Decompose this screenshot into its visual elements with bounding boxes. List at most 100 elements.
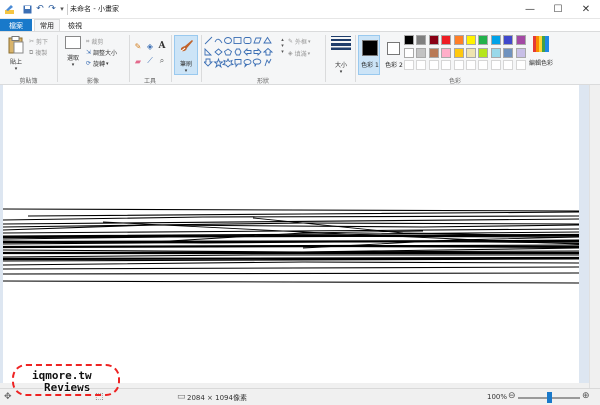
color-swatch[interactable] bbox=[515, 47, 526, 58]
rotate-label: 旋轉 bbox=[93, 61, 106, 68]
edit-colors-label: 編輯色彩 bbox=[528, 60, 553, 67]
cut-button[interactable]: ✂ 剪下 bbox=[29, 37, 48, 46]
rainbow-palette-icon bbox=[533, 36, 549, 54]
color-swatch[interactable] bbox=[428, 35, 439, 45]
chevron-down-icon: ▾ bbox=[14, 66, 18, 72]
select-button[interactable]: 選取 ▾ bbox=[62, 36, 84, 72]
color-swatch[interactable] bbox=[428, 47, 439, 58]
color-swatch[interactable] bbox=[453, 60, 464, 70]
color-swatch[interactable] bbox=[466, 60, 476, 70]
color-swatch[interactable] bbox=[453, 47, 464, 58]
color-swatch[interactable] bbox=[515, 60, 526, 70]
brush-icon bbox=[178, 38, 194, 56]
customize-icon[interactable]: ▾ bbox=[57, 3, 67, 15]
color-swatch[interactable] bbox=[490, 47, 501, 58]
color-swatch[interactable] bbox=[503, 60, 514, 70]
color-swatch[interactable] bbox=[478, 60, 489, 70]
cut-label: 剪下 bbox=[36, 39, 49, 46]
color-swatch[interactable] bbox=[404, 35, 414, 45]
canvas-size-text: 2084 × 1094像素 bbox=[187, 394, 247, 402]
undo-icon[interactable]: ↶ bbox=[34, 3, 46, 15]
vertical-scrollbar[interactable] bbox=[589, 85, 600, 388]
brushes-button[interactable]: 筆刷 ▾ bbox=[174, 35, 198, 75]
color-swatch[interactable] bbox=[453, 35, 464, 45]
ribbon-separator bbox=[171, 35, 172, 82]
paste-icon bbox=[8, 36, 24, 56]
window-title: 未命名 - 小畫家 bbox=[70, 5, 119, 13]
color-swatch[interactable] bbox=[404, 60, 414, 70]
maximize-button[interactable]: ☐ bbox=[544, 0, 572, 19]
shapes-gallery[interactable] bbox=[202, 36, 286, 72]
color-swatch[interactable] bbox=[490, 35, 501, 45]
group-label-shapes: 形狀 bbox=[256, 78, 269, 85]
fill-button[interactable]: ◈ 填滿 ▾ bbox=[288, 49, 310, 58]
color-swatch[interactable] bbox=[490, 60, 501, 70]
color-swatch[interactable] bbox=[478, 35, 489, 45]
paste-button[interactable]: 貼上 ▾ bbox=[6, 36, 26, 72]
size-button[interactable]: 大小 ▾ bbox=[329, 36, 353, 76]
zoom-out-button[interactable]: ⊖ bbox=[508, 391, 516, 401]
color-palette bbox=[404, 35, 528, 73]
copy-icon: ⧉ bbox=[29, 48, 34, 56]
magnifier-icon[interactable]: ⌕ bbox=[157, 56, 167, 66]
title-bar: ↶ ↷ ▾ 未命名 - 小畫家 — ☐ ✕ bbox=[0, 0, 600, 19]
color-swatch[interactable] bbox=[416, 47, 427, 58]
color1-swatch bbox=[362, 40, 378, 56]
color-swatch[interactable] bbox=[466, 47, 476, 58]
chevron-down-icon: ▾ bbox=[339, 69, 343, 75]
color-swatch[interactable] bbox=[441, 35, 452, 45]
drawing-canvas[interactable] bbox=[2, 85, 580, 386]
eraser-icon[interactable]: ▰ bbox=[133, 56, 143, 66]
color-swatch[interactable] bbox=[416, 60, 427, 70]
watermark-line2: Reviews bbox=[44, 381, 91, 394]
color-swatch[interactable] bbox=[416, 35, 427, 45]
ribbon-separator bbox=[129, 35, 130, 82]
edit-colors-button[interactable]: 編輯色彩 bbox=[528, 36, 554, 76]
save-icon[interactable] bbox=[21, 3, 33, 15]
color-swatch[interactable] bbox=[441, 60, 452, 70]
shapes-scroll-icon[interactable]: ▴ ▾ ▾ bbox=[280, 37, 285, 55]
shapes-icon-grid bbox=[202, 36, 274, 69]
group-label-colors: 色彩 bbox=[448, 78, 461, 85]
color-picker-icon[interactable]: ⟋ bbox=[145, 56, 155, 66]
color-swatch[interactable] bbox=[478, 47, 489, 58]
zoom-level: 100% bbox=[487, 393, 508, 401]
color-swatch[interactable] bbox=[441, 47, 452, 58]
move-icon: ✥ bbox=[4, 392, 12, 402]
color-swatch[interactable] bbox=[428, 60, 439, 70]
fill-bucket-icon[interactable]: ◈ bbox=[145, 41, 155, 51]
ribbon-separator bbox=[355, 35, 356, 82]
fill-icon: ◈ bbox=[288, 50, 293, 57]
outline-button[interactable]: ✎ 外框 ▾ bbox=[288, 37, 311, 46]
color1-button[interactable]: 色彩 1 bbox=[358, 35, 380, 75]
color-swatch[interactable] bbox=[404, 47, 414, 58]
brushes-label: 筆刷 bbox=[179, 61, 192, 68]
rotate-icon: ⟳ bbox=[86, 60, 92, 67]
ribbon-separator bbox=[325, 35, 326, 82]
color-swatch[interactable] bbox=[466, 35, 476, 45]
rotate-button[interactable]: ⟳ 旋轉 ▾ bbox=[86, 59, 109, 68]
minimize-button[interactable]: — bbox=[516, 0, 544, 19]
ribbon-separator bbox=[201, 35, 202, 82]
zoom-slider-thumb[interactable] bbox=[546, 392, 552, 403]
text-tool-icon[interactable]: A bbox=[157, 40, 167, 51]
paint-app-icon[interactable] bbox=[3, 3, 15, 15]
color-swatch[interactable] bbox=[503, 47, 514, 58]
crop-button[interactable]: ⌗ 裁剪 bbox=[86, 37, 103, 47]
fill-label: 填滿 bbox=[294, 51, 307, 58]
close-button[interactable]: ✕ bbox=[572, 0, 600, 19]
size-label: 大小 bbox=[334, 62, 347, 69]
copy-button[interactable]: ⧉ 複製 bbox=[29, 48, 47, 58]
chevron-down-icon: ▾ bbox=[308, 38, 311, 45]
color-swatch[interactable] bbox=[515, 35, 526, 45]
ribbon-separator bbox=[57, 35, 58, 82]
color2-button[interactable]: 色彩 2 bbox=[382, 35, 404, 75]
canvas-size-icon: ▭ bbox=[177, 392, 186, 402]
crop-icon: ⌗ bbox=[86, 37, 90, 45]
zoom-in-button[interactable]: ⊕ bbox=[582, 391, 590, 401]
color-swatch[interactable] bbox=[503, 35, 514, 45]
group-label-tools: 工具 bbox=[143, 78, 156, 85]
pencil-icon[interactable]: ✎ bbox=[133, 41, 143, 51]
resize-button[interactable]: ⇲ 調整大小 bbox=[86, 48, 117, 57]
resize-icon: ⇲ bbox=[86, 49, 92, 56]
